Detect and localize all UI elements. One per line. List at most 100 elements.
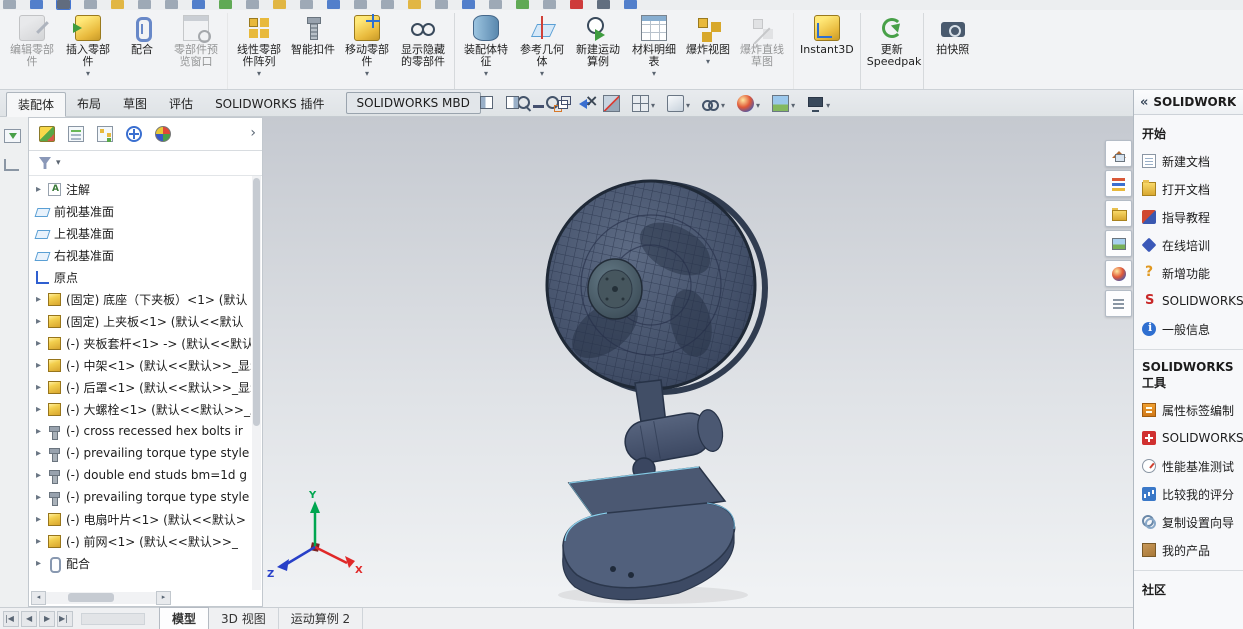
toolbar-icon[interactable] — [435, 0, 448, 9]
ribbon-button[interactable]: 零部件预览窗口 — [168, 13, 228, 89]
command-tab[interactable]: 草图 — [112, 91, 158, 116]
tree-item[interactable]: 配合 — [29, 552, 251, 574]
tree-item[interactable]: 原点 — [29, 266, 251, 288]
tile-right-icon[interactable] — [506, 96, 519, 109]
tree-vertical-scrollbar[interactable] — [252, 176, 261, 590]
toolbar-icon[interactable] — [516, 0, 529, 9]
tree-item[interactable]: (固定) 底座（下夹板）<1> (默认 — [29, 288, 251, 310]
ribbon-button[interactable]: 显示隐藏的零部件 — [395, 13, 455, 89]
toolbar-icon[interactable] — [381, 0, 394, 9]
fan-hub[interactable] — [587, 258, 643, 320]
dropdown-arrow-icon[interactable] — [791, 97, 795, 111]
ribbon-button[interactable]: 爆炸视图 — [682, 13, 734, 89]
expand-arrow-icon[interactable] — [36, 426, 48, 437]
task-pane-link[interactable]: 新建文档 — [1134, 147, 1243, 175]
fan-assembly-model[interactable]: Y X Z — [263, 117, 1133, 607]
next-icon[interactable] — [39, 610, 55, 627]
task-pane-tab[interactable] — [1105, 170, 1132, 197]
ribbon-button[interactable]: 智能扣件 — [287, 13, 339, 89]
dropdown-arrow-icon[interactable] — [540, 68, 544, 76]
tree-item[interactable]: (-) 前网<1> (默认<<默认>>_ — [29, 530, 251, 552]
toolbar-icon[interactable] — [489, 0, 502, 9]
toolbar-icon[interactable] — [138, 0, 151, 9]
task-pane-tab[interactable] — [1105, 260, 1132, 287]
toolbar-icon[interactable] — [408, 0, 421, 9]
dropdown-arrow-icon[interactable] — [706, 56, 710, 64]
toolbar-icon[interactable] — [624, 0, 637, 9]
dropdown-arrow-icon[interactable] — [686, 97, 690, 111]
prev-icon[interactable] — [21, 610, 37, 627]
expand-arrow-icon[interactable] — [36, 404, 48, 415]
dropdown-arrow-icon[interactable] — [484, 68, 488, 76]
tree-item[interactable]: (-) prevailing torque type style — [29, 486, 251, 508]
tree-item[interactable]: (-) 大螺栓<1> (默认<<默认>>_显 — [29, 398, 251, 420]
property-manager-icon[interactable] — [68, 126, 84, 142]
task-pane-tab[interactable] — [1105, 140, 1132, 167]
dropdown-arrow-icon[interactable] — [365, 68, 369, 76]
toolbar-icon[interactable] — [246, 0, 259, 9]
view-tool-button[interactable] — [736, 94, 761, 113]
document-tab[interactable]: 运动算例 2 — [279, 608, 364, 629]
task-pane-link[interactable]: 在线培训 — [1134, 231, 1243, 259]
task-pane-link[interactable]: SOLIDWORKS — [1134, 424, 1243, 452]
fan-cage[interactable] — [545, 179, 757, 391]
panel-expand-arrow[interactable]: › — [250, 125, 256, 141]
task-pane-link[interactable]: 复制设置向导 — [1134, 508, 1243, 536]
task-pane-link[interactable]: 比较我的评分 — [1134, 480, 1243, 508]
first-icon[interactable] — [3, 610, 19, 627]
toolbar-icon[interactable] — [165, 0, 178, 9]
task-pane-link[interactable]: 打开文档 — [1134, 175, 1243, 203]
tree-item[interactable]: (-) prevailing torque type style — [29, 442, 251, 464]
tree-horizontal-scrollbar[interactable]: ◂ ▸ — [31, 591, 171, 605]
ribbon-button[interactable]: 更新Speedpak — [864, 13, 924, 89]
expand-arrow-icon[interactable] — [36, 470, 48, 481]
graphics-area[interactable]: Y X Z — [263, 117, 1133, 607]
flyout-toolbar-icon[interactable] — [4, 129, 21, 143]
last-icon[interactable] — [57, 610, 73, 627]
expand-arrow-icon[interactable] — [36, 558, 48, 569]
tree-item[interactable]: (-) cross recessed hex bolts ir — [29, 420, 251, 442]
dropdown-arrow-icon[interactable] — [651, 97, 655, 111]
ribbon-button[interactable]: 材料明细表 — [626, 13, 682, 89]
expand-arrow-icon[interactable] — [36, 360, 48, 371]
scroll-left-button[interactable]: ◂ — [31, 591, 46, 605]
toolbar-icon[interactable] — [462, 0, 475, 9]
scroll-right-button[interactable]: ▸ — [156, 591, 171, 605]
view-tool-button[interactable] — [806, 94, 831, 113]
tile-left-icon[interactable] — [480, 96, 493, 109]
task-pane-tab[interactable] — [1105, 290, 1132, 317]
expand-arrow-icon[interactable] — [36, 382, 48, 393]
minimize-icon[interactable] — [532, 96, 545, 109]
scrollbar-thumb[interactable] — [68, 593, 114, 602]
expand-arrow-icon[interactable] — [36, 184, 48, 195]
filter-icon[interactable] — [39, 157, 51, 169]
filter-dropdown-icon[interactable]: ▾ — [56, 158, 61, 168]
tree-item[interactable]: 注解 — [29, 178, 251, 200]
command-tab[interactable]: 评估 — [158, 91, 204, 116]
ribbon-button[interactable]: 配合 — [116, 13, 168, 89]
toolbar-icon[interactable] — [219, 0, 232, 9]
toolbar-icon[interactable] — [327, 0, 340, 9]
ribbon-button[interactable]: 线性零部件阵列 — [231, 13, 287, 89]
toolbar-icon[interactable] — [543, 0, 556, 9]
ribbon-button[interactable]: 爆炸直线草图 — [734, 13, 794, 89]
view-tool-button[interactable] — [666, 94, 691, 113]
configuration-manager-icon[interactable] — [97, 126, 113, 142]
tree-item[interactable]: (-) double end studs bm=1d g — [29, 464, 251, 486]
ribbon-button[interactable]: 编辑零部件 — [4, 13, 60, 89]
document-tab[interactable]: 3D 视图 — [209, 608, 279, 629]
corner-select-icon[interactable] — [4, 159, 19, 171]
task-pane-tab[interactable] — [1105, 200, 1132, 227]
dimxpert-icon[interactable] — [126, 126, 142, 142]
dropdown-arrow-icon[interactable] — [826, 97, 830, 111]
restore-icon[interactable] — [558, 96, 571, 109]
tree-item[interactable]: (-) 中架<1> (默认<<默认>>_显示 — [29, 354, 251, 376]
toolbar-icon[interactable] — [300, 0, 313, 9]
scrollbar-track[interactable] — [46, 592, 156, 604]
toolbar-icon[interactable] — [273, 0, 286, 9]
ribbon-button[interactable]: 插入零部件 — [60, 13, 116, 89]
toolbar-icon[interactable] — [84, 0, 97, 9]
expand-arrow-icon[interactable] — [36, 316, 48, 327]
expand-arrow-icon[interactable] — [36, 294, 48, 305]
toolbar-icon[interactable] — [354, 0, 367, 9]
